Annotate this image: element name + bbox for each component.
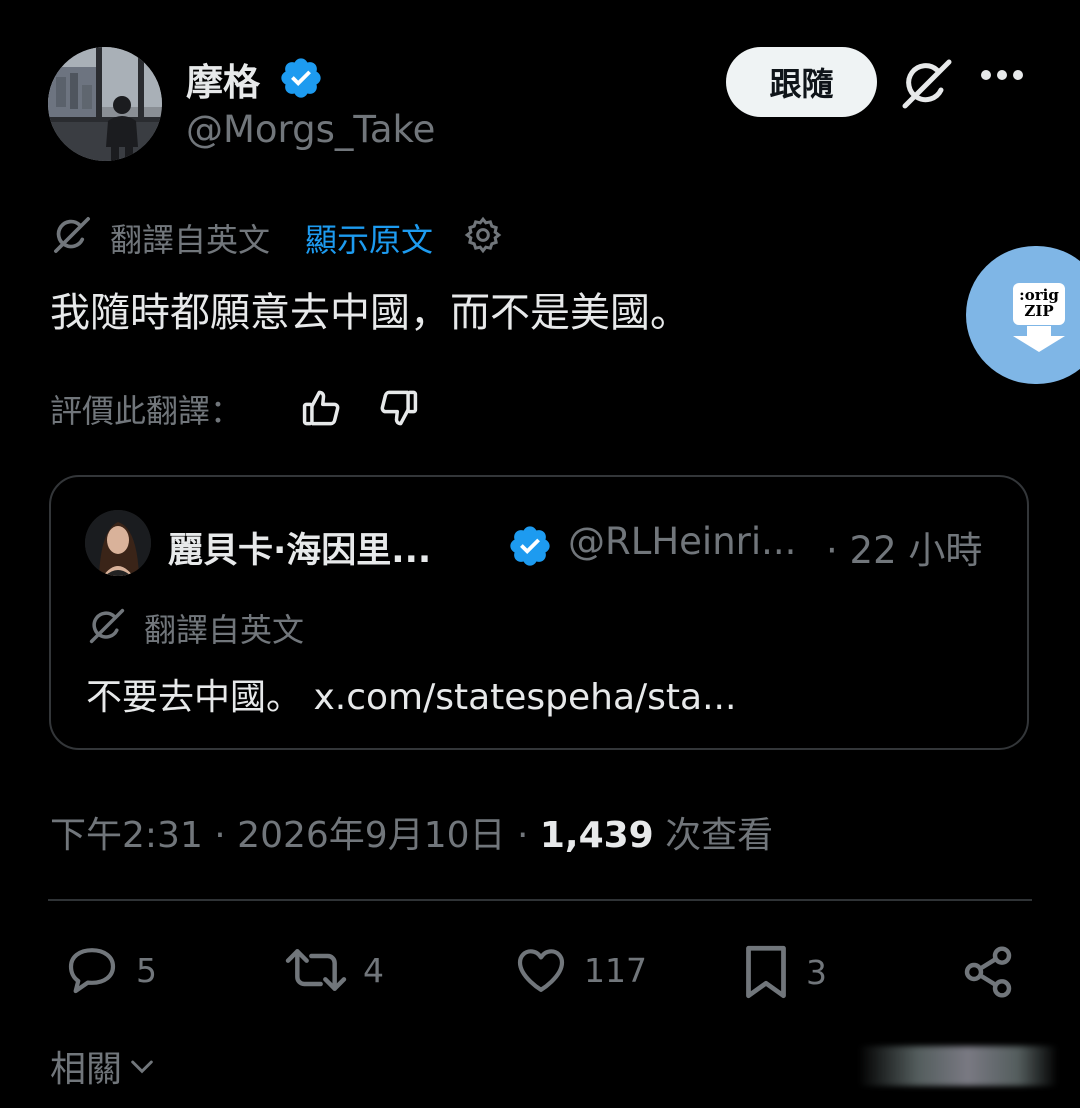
author-handle[interactable]: @Morgs_Take xyxy=(186,108,435,151)
settings-icon[interactable] xyxy=(463,215,503,255)
quoted-author-name[interactable]: 麗貝卡·海因里... xyxy=(168,522,431,573)
retweet-button[interactable]: 4 xyxy=(283,942,384,998)
quoted-author-handle[interactable]: @RLHeinri... xyxy=(568,520,796,563)
tweet-text: 我隨時都願意去中國，而不是美國。 xyxy=(50,290,690,336)
tweet-meta: 下午2:31 · 2026年9月10日 · 1,439 次查看 xyxy=(50,806,773,858)
tweet-timestamp[interactable]: 下午2:31 · 2026年9月10日 · xyxy=(50,815,528,856)
zip-badge[interactable]: :orig ZIP xyxy=(1013,283,1065,325)
zip-badge-line1: :orig xyxy=(1019,286,1059,304)
chevron-down-icon xyxy=(131,1060,153,1074)
translated-from-label: 翻譯自英文 xyxy=(110,221,271,259)
like-button[interactable]: 117 xyxy=(512,942,647,998)
author-display-name[interactable]: 摩格 xyxy=(186,52,260,106)
quoted-tweet-text: 不要去中國。 x.com/statespeha/sta... xyxy=(86,677,737,718)
like-icon xyxy=(517,949,565,992)
retweet-count: 4 xyxy=(363,950,384,990)
rate-translation-label: 評價此翻譯： xyxy=(50,392,243,430)
quoted-translated-label: 翻譯自英文 xyxy=(144,611,305,649)
quoted-author-avatar[interactable] xyxy=(85,510,151,576)
views-label: 次查看 xyxy=(665,815,774,856)
like-count: 117 xyxy=(584,950,647,990)
bookmark-icon xyxy=(746,945,786,999)
reply-icon xyxy=(68,948,116,994)
download-arrow-icon xyxy=(1011,326,1067,352)
thumbs-up-icon[interactable] xyxy=(300,386,344,430)
watermark xyxy=(858,1046,1058,1086)
reply-button[interactable]: 5 xyxy=(62,942,157,998)
reply-count: 5 xyxy=(136,950,157,990)
zip-badge-line2: ZIP xyxy=(1024,302,1054,320)
translate-icon xyxy=(50,213,94,257)
bookmark-button[interactable]: 3 xyxy=(740,942,827,1002)
retweet-icon xyxy=(285,949,347,991)
thumbs-down-icon[interactable] xyxy=(376,386,420,430)
related-toggle[interactable]: 相關 xyxy=(50,1040,158,1092)
quoted-tweet-time[interactable]: · 22 小時 xyxy=(826,520,982,574)
more-icon[interactable] xyxy=(980,68,1024,82)
verified-badge-icon xyxy=(507,523,553,569)
verified-badge-icon xyxy=(278,55,324,101)
views-count: 1,439 xyxy=(539,815,654,856)
related-label: 相關 xyxy=(50,1049,123,1090)
translate-icon xyxy=(86,605,128,647)
share-icon[interactable] xyxy=(960,944,1016,1000)
divider xyxy=(48,899,1032,901)
show-original-link[interactable]: 顯示原文 xyxy=(305,215,433,261)
bookmark-count: 3 xyxy=(806,952,827,992)
follow-button[interactable]: 跟隨 xyxy=(726,47,877,117)
grok-icon[interactable] xyxy=(897,54,957,114)
author-avatar[interactable] xyxy=(48,47,162,161)
